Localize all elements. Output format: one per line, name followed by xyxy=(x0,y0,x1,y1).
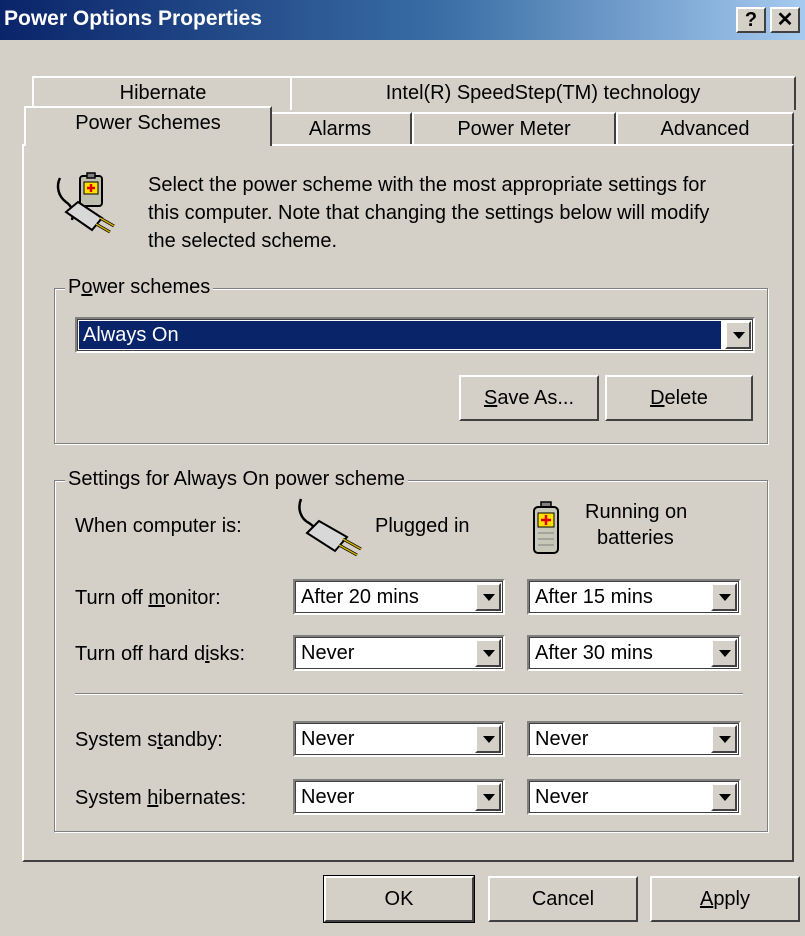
chevron-down-icon[interactable] xyxy=(475,783,501,811)
standby-battery-select[interactable]: Never xyxy=(527,721,741,757)
title-bar: Power Options Properties ? ✕ xyxy=(0,0,805,42)
help-button[interactable]: ? xyxy=(736,7,766,33)
ok-button[interactable]: OK xyxy=(323,875,475,923)
chevron-down-icon[interactable] xyxy=(475,639,501,667)
save-as-button[interactable]: Save As... xyxy=(459,375,599,421)
battery-icon xyxy=(533,501,559,554)
delete-button[interactable]: Delete xyxy=(605,375,753,421)
cancel-button[interactable]: Cancel xyxy=(488,876,638,922)
separator xyxy=(75,693,743,695)
power-scheme-select[interactable]: Always On xyxy=(75,317,755,353)
intro-line-1: Select the power scheme with the most ap… xyxy=(148,174,707,196)
system-hibernates-label: System hibernates: xyxy=(75,787,247,809)
plug-icon xyxy=(298,498,362,557)
close-button[interactable]: ✕ xyxy=(770,7,800,33)
chevron-down-icon[interactable] xyxy=(711,725,737,753)
tab-speedstep[interactable]: Intel(R) SpeedStep(TM) technology xyxy=(290,76,796,110)
when-computer-label: When computer is: xyxy=(75,515,242,537)
plugged-in-label: Plugged in xyxy=(375,515,470,537)
monitor-battery-select[interactable]: After 15 mins xyxy=(527,579,741,615)
chevron-down-icon[interactable] xyxy=(725,321,751,349)
tab-hibernate[interactable]: Hibernate xyxy=(32,76,294,110)
power-plug-battery-icon xyxy=(56,172,115,234)
turn-off-monitor-label: Turn off monitor: xyxy=(75,587,221,609)
running-on-label-2: batteries xyxy=(597,527,674,549)
disks-plugged-select[interactable]: Never xyxy=(293,635,505,671)
monitor-plugged-select[interactable]: After 20 mins xyxy=(293,579,505,615)
window-title: Power Options Properties xyxy=(4,7,262,30)
power-scheme-value: Always On xyxy=(83,324,179,346)
intro-line-3: the selected scheme. xyxy=(148,230,337,252)
chevron-down-icon[interactable] xyxy=(711,583,737,611)
chevron-down-icon[interactable] xyxy=(475,725,501,753)
hibernate-plugged-select[interactable]: Never xyxy=(293,779,505,815)
tab-panel: Select the power scheme with the most ap… xyxy=(22,144,794,862)
hibernate-battery-select[interactable]: Never xyxy=(527,779,741,815)
tab-power-schemes[interactable]: Power Schemes xyxy=(24,106,272,146)
running-on-label-1: Running on xyxy=(585,501,688,523)
power-schemes-group: Power schemes Always On Save As... Delet… xyxy=(54,276,768,444)
intro-line-2: this computer. Note that changing the se… xyxy=(148,202,710,224)
turn-off-disks-label: Turn off hard disks: xyxy=(75,643,246,665)
apply-button[interactable]: Apply xyxy=(650,876,800,922)
chevron-down-icon[interactable] xyxy=(711,783,737,811)
chevron-down-icon[interactable] xyxy=(475,583,501,611)
tab-alarms[interactable]: Alarms xyxy=(268,112,412,146)
tab-power-meter[interactable]: Power Meter xyxy=(412,112,616,146)
settings-legend: Settings for Always On power scheme xyxy=(65,468,408,491)
standby-plugged-select[interactable]: Never xyxy=(293,721,505,757)
system-standby-label: System standby: xyxy=(75,729,223,751)
tab-advanced[interactable]: Advanced xyxy=(616,112,794,146)
settings-group: Settings for Always On power scheme When… xyxy=(54,468,768,832)
disks-battery-select[interactable]: After 30 mins xyxy=(527,635,741,671)
power-schemes-legend: Power schemes xyxy=(65,276,214,299)
chevron-down-icon[interactable] xyxy=(711,639,737,667)
